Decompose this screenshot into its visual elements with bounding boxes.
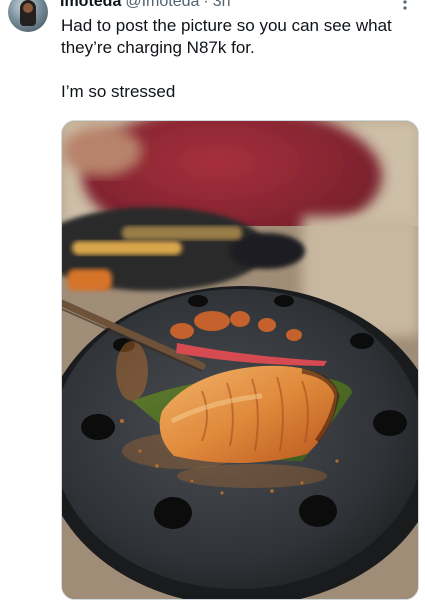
more-options-icon[interactable] <box>395 0 415 10</box>
tweet-text-line-1: Had to post the picture so you can see w… <box>61 16 392 57</box>
user-handle[interactable]: @Imoteda <box>125 0 199 11</box>
tweet-text-line-2: I’m so stressed <box>61 82 176 101</box>
tweet-media-photo[interactable] <box>61 120 419 600</box>
food-photo <box>62 121 418 599</box>
tweet-text: Had to post the picture so you can see w… <box>61 15 416 103</box>
timestamp[interactable]: 3h <box>213 0 231 11</box>
separator-dot: · <box>203 0 209 10</box>
avatar[interactable] <box>8 0 48 32</box>
tweet-header: Imoteda @Imoteda · 3h <box>60 0 231 12</box>
display-name[interactable]: Imoteda <box>60 0 121 11</box>
avatar-face <box>23 3 33 13</box>
tweet[interactable]: Imoteda @Imoteda · 3h Had to post the pi… <box>0 0 425 608</box>
